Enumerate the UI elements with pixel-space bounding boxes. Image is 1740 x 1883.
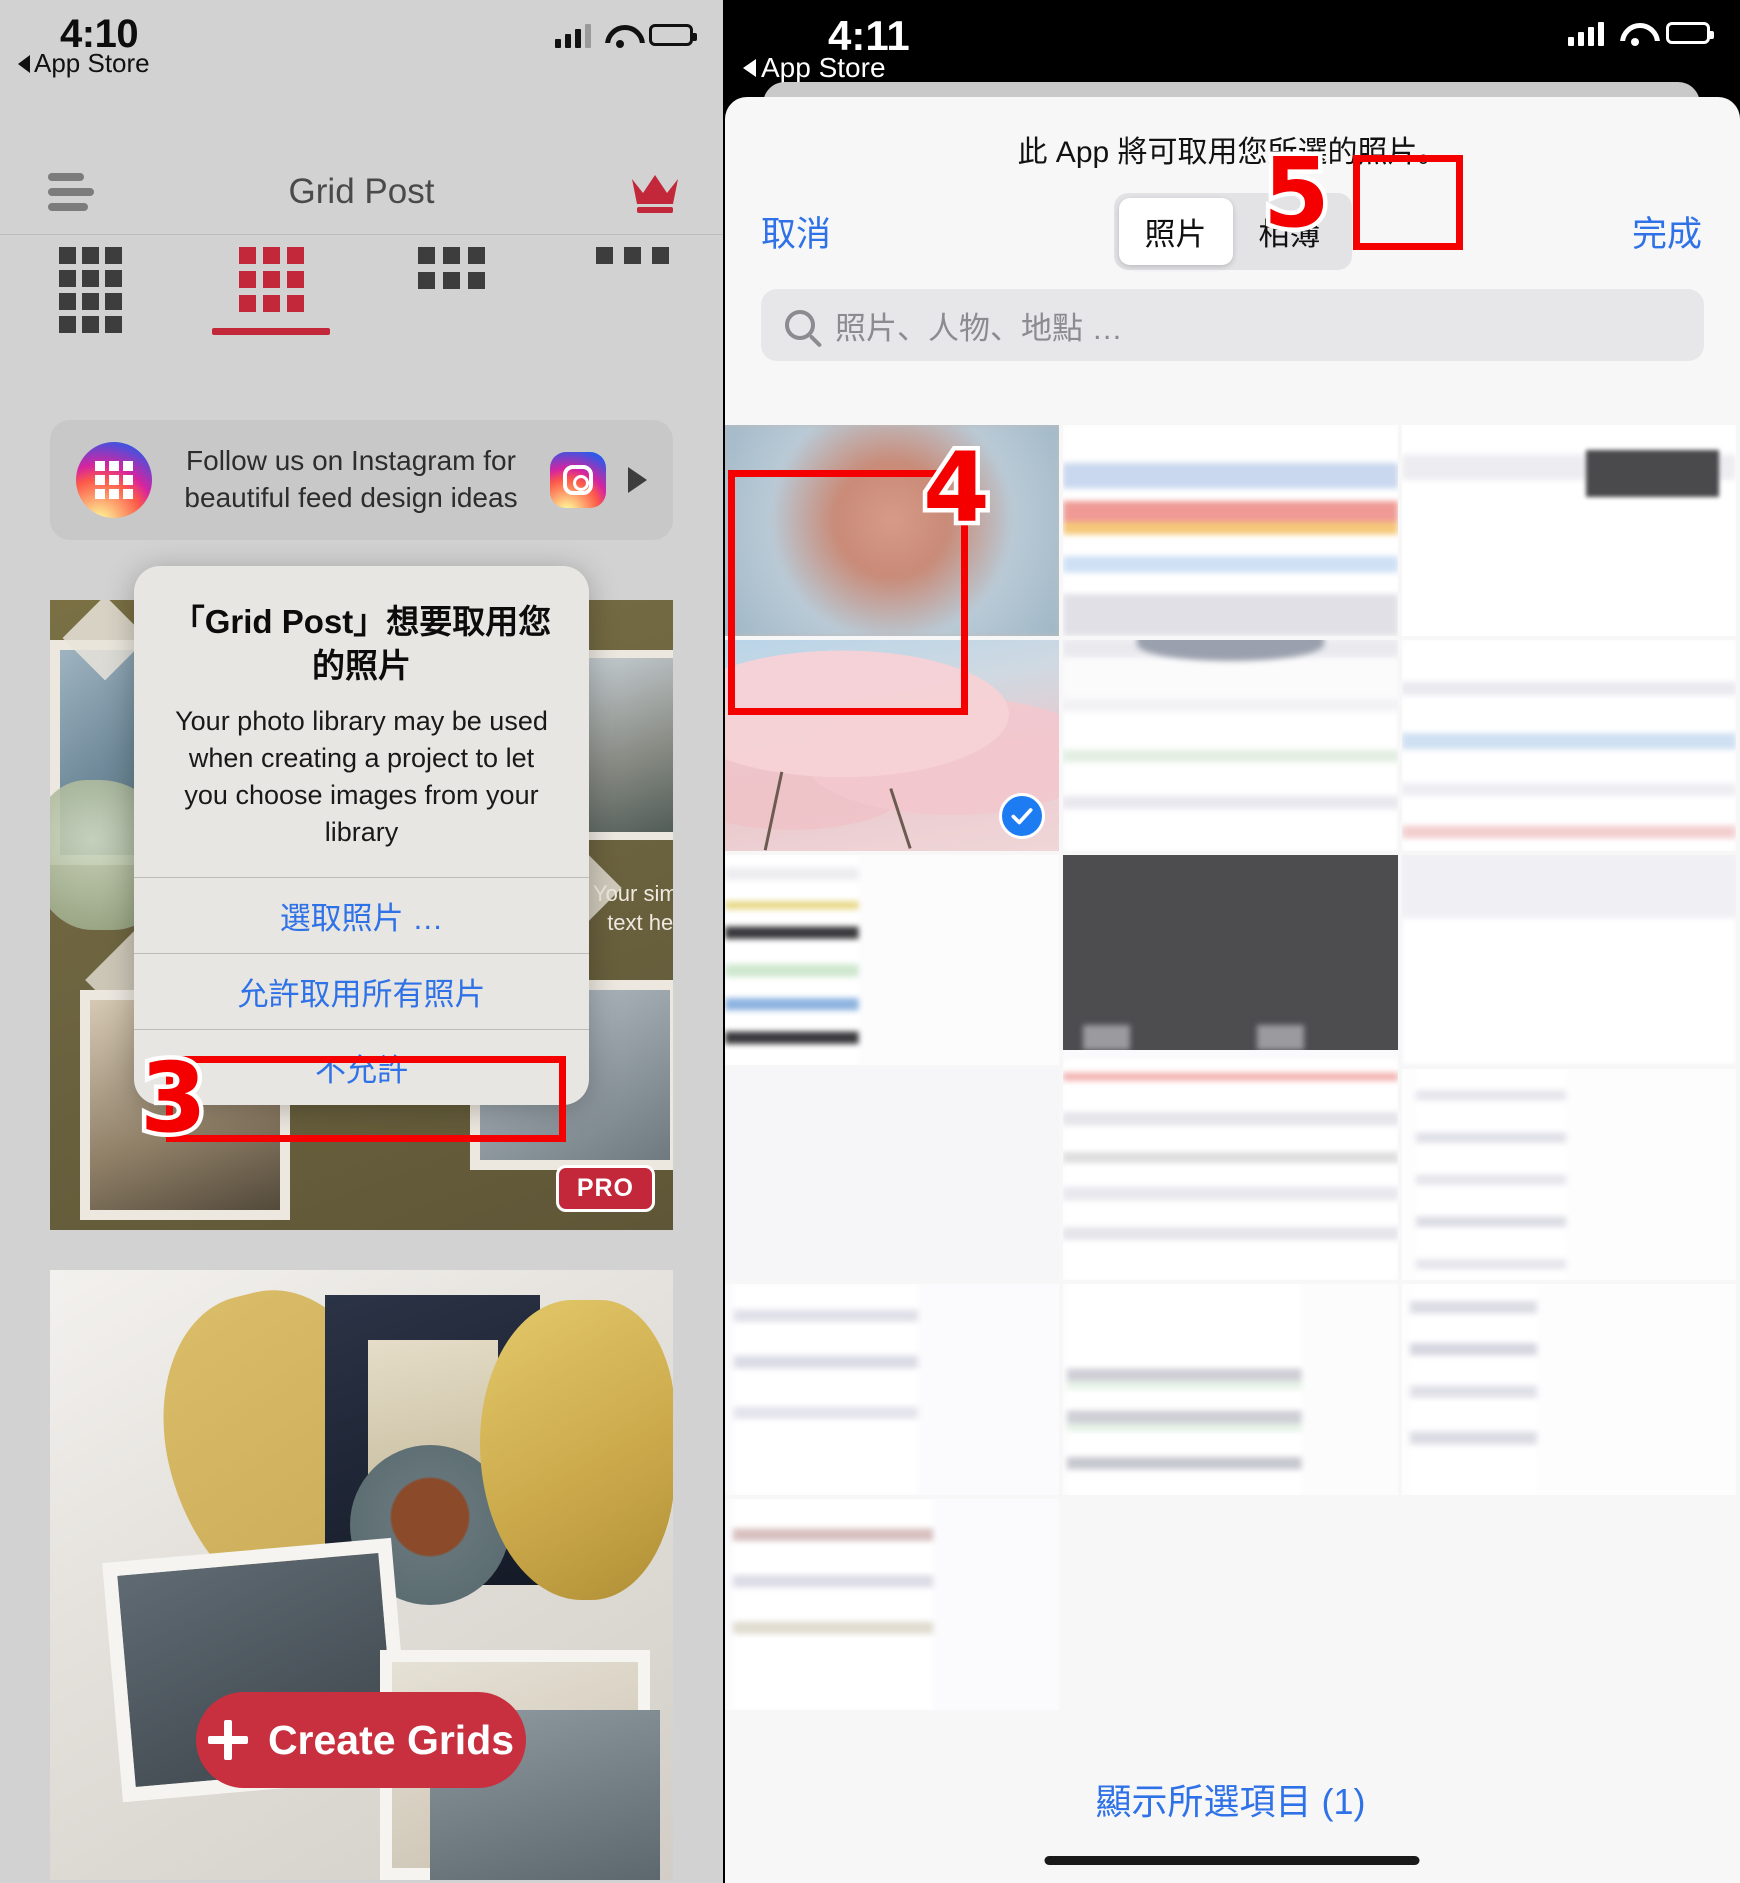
photo-thumbnail[interactable] [1401, 1069, 1736, 1281]
photo-permission-alert: 「Grid Post」想要取用您的照片 Your photo library m… [134, 566, 589, 1106]
back-link-label: App Store [34, 48, 150, 78]
create-grids-label: Create Grids [267, 1716, 515, 1763]
left-status-bar: 4:10 App Store [0, 0, 723, 150]
status-icons [555, 22, 697, 48]
photo-thumbnail[interactable] [725, 1284, 1060, 1496]
photo-thumbnail[interactable] [1063, 639, 1398, 851]
banner-line-2: beautiful feed design ideas [184, 482, 518, 513]
back-to-app-store-link[interactable]: App Store [18, 48, 150, 79]
back-triangle-icon [18, 54, 30, 73]
screenshot-pair: 4:10 App Store Grid Post Follow us on In… [0, 0, 1740, 1883]
alert-button-select-photos[interactable]: 選取照片 … [134, 877, 589, 953]
left-nav-bar: Grid Post [0, 150, 723, 235]
grid-3x2-icon [418, 247, 486, 289]
hamburger-icon[interactable] [48, 173, 94, 211]
sheet-note: 此 App 將可取用您所選的照片。 [1017, 136, 1448, 169]
pro-badge: PRO [555, 1165, 655, 1212]
photo-thumbnail[interactable] [1401, 639, 1736, 851]
instagram-promo-banner[interactable]: Follow us on Instagram for beautiful fee… [50, 420, 673, 540]
instagram-icon[interactable] [550, 452, 606, 508]
grid-4x3-icon [58, 247, 122, 333]
right-phone-screen: 4:11 App Store 此 App 將可取用您所選的照片。 取消 照片 相… [723, 0, 1740, 1883]
annotation-box-step-5 [1353, 155, 1463, 250]
home-indicator [1044, 1856, 1419, 1865]
grid-post-logo-icon [76, 442, 152, 518]
create-grids-button[interactable]: Create Grids [196, 1692, 526, 1788]
search-placeholder: 照片、人物、地點 … [835, 310, 1123, 346]
photo-thumbnail[interactable] [725, 1499, 1060, 1710]
banner-line-1: Follow us on Instagram for [186, 445, 516, 477]
photo-thumbnail[interactable] [725, 854, 1060, 1066]
photo-thumbnail[interactable] [1063, 425, 1398, 636]
page-title: Grid Post [288, 172, 435, 211]
signal-icon [555, 22, 591, 48]
show-selected-items-button[interactable]: 顯示所選項目 (1) [723, 1773, 1738, 1825]
annotation-number-3: 3 [136, 1042, 212, 1154]
photo-thumbnail[interactable] [1401, 425, 1736, 636]
tab-grid-3x2[interactable] [362, 247, 543, 289]
annotation-number-5: 5 [1259, 137, 1335, 249]
grid-3x3-icon [238, 247, 304, 312]
play-triangle-icon[interactable] [628, 467, 647, 493]
alert-body: 「Grid Post」想要取用您的照片 Your photo library m… [134, 566, 589, 877]
tab-more[interactable] [542, 247, 723, 264]
search-input[interactable]: 照片、人物、地點 … [761, 289, 1704, 361]
sheet-toolbar: 取消 照片 相簿 完成 [725, 181, 1740, 281]
grid-layout-tabs [0, 235, 723, 340]
template-preview-card-2[interactable] [50, 1270, 673, 1880]
photo-thumbnail[interactable] [725, 1069, 1060, 1281]
alert-title: 「Grid Post」想要取用您的照片 [171, 603, 552, 684]
done-button[interactable]: 完成 [1632, 206, 1702, 257]
status-icons-right [1568, 20, 1714, 46]
more-dots-icon [596, 247, 670, 264]
segment-photos[interactable]: 照片 [1118, 197, 1233, 265]
back-link-label-right: App Store [761, 52, 886, 83]
active-tab-indicator [212, 328, 331, 335]
photo-thumbnail[interactable] [1063, 1284, 1398, 1496]
wifi-icon-right [1620, 21, 1650, 46]
annotation-number-4: 4 [919, 432, 995, 544]
signal-icon-right [1568, 20, 1604, 46]
sheet-header: 此 App 將可取用您所選的照片。 取消 照片 相簿 完成 [725, 97, 1740, 281]
photo-thumbnail[interactable] [1401, 854, 1736, 1066]
back-triangle-icon-right [743, 59, 756, 77]
photo-thumbnail[interactable] [1401, 1284, 1736, 1496]
tab-grid-4x3[interactable] [0, 247, 181, 333]
plus-icon [207, 1720, 248, 1760]
tab-grid-3x3[interactable] [181, 247, 362, 335]
cancel-button[interactable]: 取消 [761, 206, 831, 257]
crown-icon[interactable] [629, 171, 681, 213]
alert-message: Your photo library may be used when crea… [175, 706, 548, 848]
alert-button-allow-all-photos[interactable]: 允許取用所有照片 [134, 953, 589, 1029]
back-to-app-store-link-right[interactable]: App Store [743, 52, 886, 84]
photo-thumbnail[interactable] [1063, 854, 1398, 1281]
battery-icon [649, 24, 697, 46]
magnifier-icon [785, 310, 815, 340]
annotation-box-step-3 [166, 1056, 566, 1142]
banner-text: Follow us on Instagram for beautiful fee… [174, 443, 528, 517]
check-circle-icon [999, 792, 1046, 839]
wifi-icon [605, 23, 635, 48]
left-phone-screen: 4:10 App Store Grid Post Follow us on In… [0, 0, 723, 1883]
battery-icon-right [1666, 22, 1714, 44]
